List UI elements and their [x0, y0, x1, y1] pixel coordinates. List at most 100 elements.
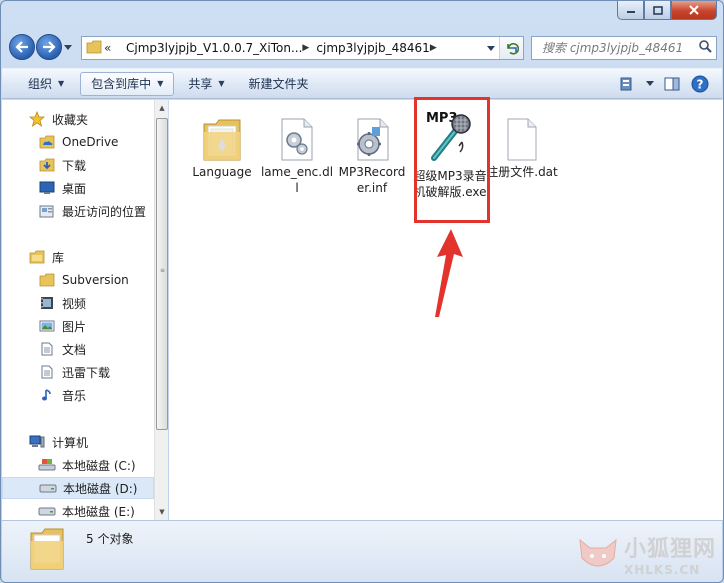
grip-icon: ≡ — [160, 267, 166, 274]
nav-item-label: 本地磁盘 (D:) — [63, 481, 138, 496]
file-name: 超级MP3录音机破解版.exe — [413, 169, 487, 199]
music-note-icon — [38, 387, 56, 403]
new-folder-label: 新建文件夹 — [248, 77, 309, 91]
scrollbar-thumb[interactable]: ≡ — [156, 118, 168, 430]
file-name: lame_enc.dll — [260, 165, 334, 195]
nav-item-label: 桌面 — [62, 181, 87, 196]
address-history-dropdown[interactable] — [483, 45, 499, 51]
nav-item-label: 文档 — [62, 342, 87, 357]
desktop-icon — [38, 180, 56, 196]
computer-icon — [28, 434, 46, 450]
nav-item-recent-places[interactable]: 最近访问的位置 — [2, 200, 154, 222]
file-name: Language — [192, 165, 252, 179]
nav-item-drive-d[interactable]: 本地磁盘 (D:) — [2, 477, 154, 499]
nav-libraries[interactable]: 库 — [2, 246, 154, 268]
star-icon — [28, 111, 46, 127]
navigation-bar: « Cjmp3lyjpjb_V1.0.0.7_XiTon... ▶ cjmp3l… — [9, 33, 717, 61]
nav-item-videos[interactable]: 视频 — [2, 292, 154, 314]
picture-icon — [38, 318, 56, 334]
breadcrumb-separator-icon[interactable]: ▶ — [430, 37, 444, 59]
forward-button[interactable] — [36, 34, 62, 60]
inf-settings-icon — [335, 110, 409, 162]
nav-item-label: 图片 — [62, 319, 87, 334]
nav-item-thunder-downloads[interactable]: 迅雷下载 — [2, 361, 154, 383]
new-folder-button[interactable]: 新建文件夹 — [239, 72, 319, 96]
microphone-icon: MP3 — [413, 106, 487, 162]
nav-item-pictures[interactable]: 图片 — [2, 315, 154, 337]
nav-item-drive-e[interactable]: 本地磁盘 (E:) — [2, 500, 154, 520]
address-bar[interactable]: « Cjmp3lyjpjb_V1.0.0.7_XiTon... ▶ cjmp3l… — [81, 36, 524, 60]
breadcrumb-separator-icon[interactable]: ▶ — [302, 37, 316, 59]
nav-item-label: 本地磁盘 (C:) — [62, 458, 136, 473]
chevron-down-icon: ▼ — [218, 79, 225, 88]
fox-logo-icon — [579, 538, 617, 567]
watermark: 小狐狸网 XHLKS.CN — [576, 531, 716, 577]
breadcrumb-current[interactable]: cjmp3lyjpjb_48461 — [316, 37, 429, 59]
preview-pane-button[interactable] — [658, 72, 686, 96]
help-button[interactable]: ? — [686, 72, 714, 96]
scroll-up-icon[interactable]: ▲ — [155, 100, 169, 116]
close-icon — [689, 5, 699, 15]
back-button[interactable] — [9, 34, 35, 60]
refresh-icon — [506, 43, 519, 55]
search-icon[interactable] — [699, 40, 712, 56]
chevron-down-icon: ▼ — [157, 79, 164, 88]
include-in-library-label: 包含到库中 — [91, 77, 152, 91]
nav-item-label: 下载 — [62, 158, 87, 173]
nav-item-label: 视频 — [62, 296, 87, 311]
item-count: 5 个对象 — [86, 532, 134, 546]
nav-item-downloads[interactable]: 下载 — [2, 154, 154, 176]
close-button[interactable] — [671, 1, 717, 20]
organize-label: 组织 — [28, 77, 53, 91]
search-input[interactable] — [542, 41, 699, 55]
chevron-down-icon: ▼ — [58, 79, 65, 88]
nav-item-desktop[interactable]: 桌面 — [2, 177, 154, 199]
document-icon — [38, 364, 56, 380]
recent-pages-dropdown[interactable] — [62, 34, 74, 60]
annotation-arrow-icon — [435, 229, 463, 317]
breadcrumb-parent[interactable]: Cjmp3lyjpjb_V1.0.0.7_XiTon... — [126, 37, 302, 59]
share-label: 共享 — [188, 77, 213, 91]
status-bar: 5 个对象 小狐狸网 XHLKS.CN — [2, 520, 722, 582]
folder-icon — [185, 110, 259, 162]
view-options-dropdown[interactable] — [642, 72, 658, 96]
nav-computer[interactable]: 计算机 — [2, 431, 154, 453]
folder-icon — [28, 527, 66, 574]
chevron-down-icon — [646, 81, 654, 86]
file-item-language[interactable]: Language — [185, 110, 259, 180]
nav-item-documents[interactable]: 文档 — [2, 338, 154, 360]
file-item-mp3recorder-inf[interactable]: MP3Recorder.inf — [335, 110, 409, 196]
document-icon — [38, 341, 56, 357]
minimize-icon — [626, 11, 635, 13]
refresh-button[interactable] — [499, 37, 523, 59]
nav-item-music[interactable]: 音乐 — [2, 384, 154, 406]
file-name: MP3Recorder.inf — [338, 165, 406, 195]
file-item-register-dat[interactable]: 注册文件.dat — [485, 110, 559, 180]
include-in-library-button[interactable]: 包含到库中 ▼ — [80, 71, 175, 96]
caption-buttons — [617, 1, 717, 22]
nav-item-subversion[interactable]: Subversion — [2, 269, 154, 291]
explorer-window: « Cjmp3lyjpjb_V1.0.0.7_XiTon... ▶ cjmp3l… — [0, 0, 724, 583]
minimize-button[interactable] — [617, 1, 644, 20]
watermark-en: XHLKS.CN — [623, 563, 701, 577]
share-button[interactable]: 共享 ▼ — [178, 72, 234, 96]
forward-arrow-icon — [43, 41, 56, 53]
nav-item-label: 最近访问的位置 — [62, 204, 147, 219]
nav-favorites[interactable]: 收藏夹 — [2, 108, 154, 130]
organize-button[interactable]: 组织 ▼ — [18, 72, 74, 96]
nav-item-label: 迅雷下载 — [62, 365, 111, 380]
search-box[interactable] — [531, 36, 717, 60]
scroll-down-icon[interactable]: ▼ — [155, 504, 169, 520]
file-item-mp3-recorder-exe[interactable]: MP3 超级MP3录音机破解版.exe — [413, 106, 487, 200]
view-icon — [620, 77, 632, 90]
maximize-button[interactable] — [644, 1, 671, 20]
address-overflow[interactable]: « — [104, 37, 126, 59]
file-item-lame-enc-dll[interactable]: lame_enc.dll — [260, 110, 334, 196]
nav-item-onedrive[interactable]: OneDrive — [2, 131, 154, 153]
folder-icon — [86, 40, 104, 57]
nav-item-drive-c[interactable]: 本地磁盘 (C:) — [2, 454, 154, 476]
change-view-button[interactable] — [614, 72, 642, 96]
navigation-scrollbar[interactable]: ▲ ≡ ▼ — [154, 100, 168, 520]
nav-computer-label: 计算机 — [52, 435, 89, 450]
drive-icon — [39, 480, 57, 496]
